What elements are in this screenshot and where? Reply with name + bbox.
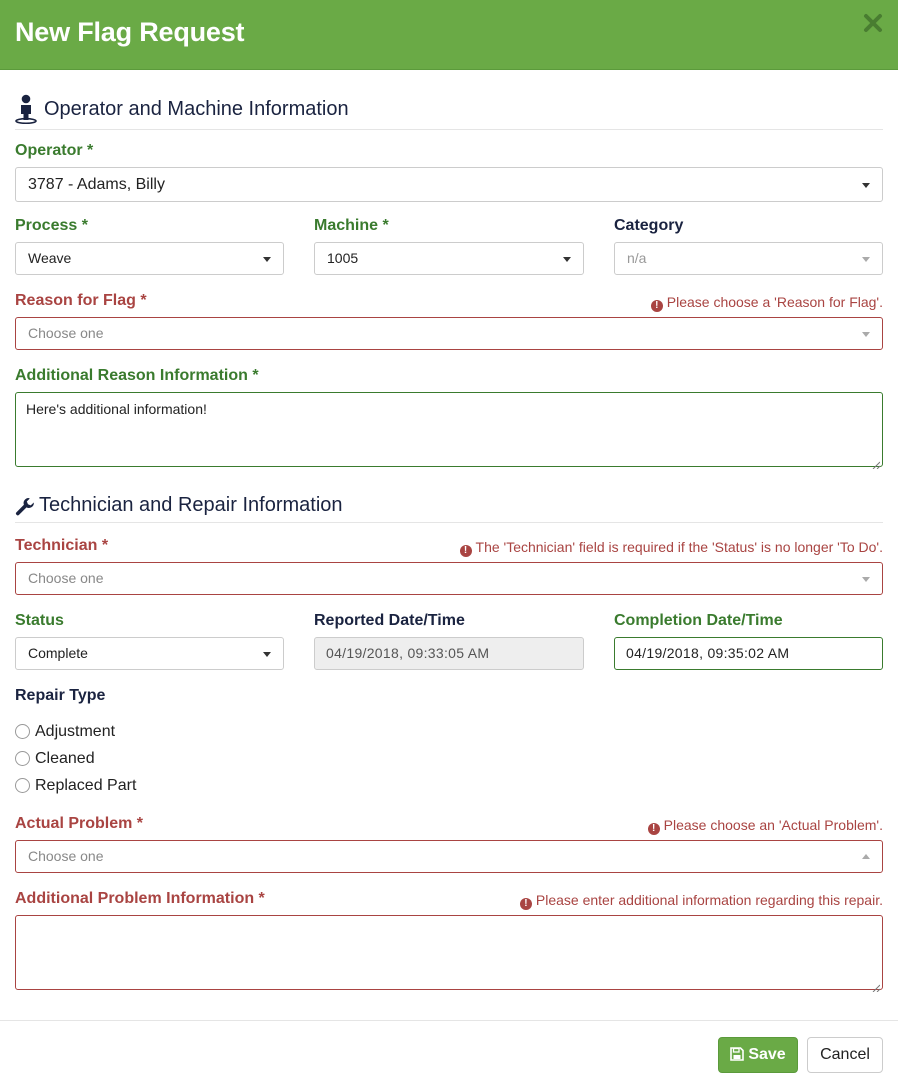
chevron-down-icon <box>563 256 571 262</box>
close-icon[interactable] <box>862 12 884 34</box>
exclamation-circle-icon: ! <box>519 898 532 910</box>
radio-button[interactable] <box>15 778 30 793</box>
chevron-down-icon <box>263 256 271 262</box>
resize-handle-icon[interactable] <box>872 979 881 993</box>
modal-footer: Save Cancel <box>0 1020 898 1088</box>
wrench-icon <box>15 497 35 522</box>
section-operator-machine: Operator and Machine Information <box>15 70 883 130</box>
radio-button[interactable] <box>15 724 30 739</box>
additional-problem-textarea[interactable] <box>15 915 883 993</box>
actual-problem-label: Actual Problem * <box>15 815 144 832</box>
repair-type-cleaned[interactable]: Cleaned <box>15 750 95 772</box>
section-technician-repair: Technician and Repair Information <box>15 463 883 523</box>
exclamation-circle-icon: ! <box>647 823 660 835</box>
actual-problem-error: ! Please choose an 'Actual Problem'. <box>647 817 883 835</box>
radio-button[interactable] <box>15 751 30 766</box>
save-button[interactable]: Save <box>718 1037 798 1073</box>
category-label: Category <box>614 217 684 234</box>
technician-label: Technician * <box>15 537 109 554</box>
additional-problem-error: ! Please enter additional information reg… <box>519 892 883 910</box>
flag-request-modal: New Flag Request Operator and Machine In… <box>0 0 898 1088</box>
section-title: Operator and Machine Information <box>44 98 349 120</box>
reason-label: Reason for Flag * <box>15 292 147 309</box>
section-title: Technician and Repair Information <box>39 494 343 516</box>
exclamation-circle-icon: ! <box>650 300 663 312</box>
repair-type-adjustment[interactable]: Adjustment <box>15 723 115 745</box>
additional-problem-label: Additional Problem Information * <box>15 890 265 907</box>
modal-header: New Flag Request <box>0 0 898 70</box>
completion-label: Completion Date/Time <box>614 612 783 629</box>
cancel-button[interactable]: Cancel <box>807 1037 883 1073</box>
chevron-down-icon <box>263 651 271 657</box>
chevron-up-icon <box>862 853 870 859</box>
status-label: Status <box>15 612 64 629</box>
additional-reason-label: Additional Reason Information * <box>15 367 259 384</box>
machine-select[interactable]: 1005 <box>314 242 584 275</box>
chevron-down-icon <box>862 331 870 337</box>
reported-datetime: 04/19/2018, 09:33:05 AM <box>314 637 584 670</box>
process-label: Process * <box>15 217 88 234</box>
technician-select[interactable]: Choose one <box>15 562 883 595</box>
reason-select[interactable]: Choose one <box>15 317 883 350</box>
operator-label: Operator * <box>15 142 94 159</box>
chevron-down-icon <box>862 576 870 582</box>
actual-problem-select[interactable]: Choose one <box>15 840 883 873</box>
repair-type-label: Repair Type <box>15 687 106 704</box>
chevron-down-icon <box>862 182 870 188</box>
additional-reason-textarea[interactable]: Here's additional information! <box>15 392 883 470</box>
machine-label: Machine * <box>314 217 389 234</box>
chevron-down-icon <box>862 256 870 262</box>
reported-label: Reported Date/Time <box>314 612 465 629</box>
status-select[interactable]: Complete <box>15 637 284 670</box>
person-location-icon <box>15 94 37 129</box>
completion-datetime-input[interactable]: 04/19/2018, 09:35:02 AM <box>614 637 883 670</box>
floppy-disk-icon <box>730 1047 745 1061</box>
repair-type-replaced-part[interactable]: Replaced Part <box>15 777 136 799</box>
reason-error: ! Please choose a 'Reason for Flag'. <box>650 294 883 312</box>
technician-error: ! The 'Technician' field is required if t… <box>459 539 883 557</box>
exclamation-circle-icon: ! <box>459 545 472 557</box>
category-select: n/a <box>614 242 883 275</box>
modal-title: New Flag Request <box>15 17 245 47</box>
operator-select[interactable]: 3787 - Adams, Billy <box>15 167 883 202</box>
process-select[interactable]: Weave <box>15 242 284 275</box>
